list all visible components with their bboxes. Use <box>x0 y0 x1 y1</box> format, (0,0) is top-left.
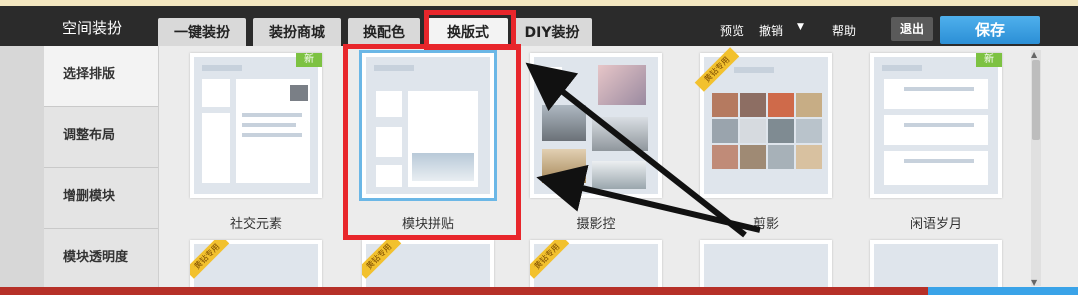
layout-card-silhouette[interactable]: 黄钻专用 <box>694 47 832 198</box>
highlight-box-card <box>343 44 521 240</box>
layout-label: 闲语岁月 <box>909 217 962 232</box>
new-badge: 新 <box>976 53 1002 67</box>
layout-thumbnail <box>704 57 828 194</box>
left-gutter <box>0 46 44 295</box>
layout-card-photography[interactable] <box>530 53 662 198</box>
new-badge: 新 <box>296 53 322 67</box>
sidebar-item-adjust-layout[interactable]: 调整布局 <box>44 107 158 168</box>
bottom-banner <box>0 287 1078 295</box>
sidebar-item-modules[interactable]: 增删模块 <box>44 168 158 229</box>
bottom-banner-accent <box>928 287 1078 295</box>
app-title: 空间装扮 <box>62 19 123 37</box>
undo-dropdown-icon[interactable]: ▼ <box>797 22 804 32</box>
sidebar-item-choose-layout[interactable]: 选择排版 <box>44 46 158 107</box>
layout-label: 摄影控 <box>576 217 616 232</box>
undo-link[interactable]: 撤销 <box>759 22 783 39</box>
tab-diy[interactable]: DIY装扮 <box>512 18 592 48</box>
tab-one-click[interactable]: 一键装扮 <box>158 18 246 48</box>
scrollbar-thumb[interactable] <box>1032 60 1040 140</box>
exit-button[interactable]: 退出 <box>891 17 933 41</box>
screen: 空间装扮 一键装扮 装扮商城 换配色 换版式 DIY装扮 预览 撤销 ▼ 帮助 … <box>0 0 1078 295</box>
sidebar: 选择排版 调整布局 增删模块 模块透明度 <box>44 46 159 295</box>
layout-thumbnail <box>534 57 658 194</box>
layout-thumbnail <box>874 57 998 194</box>
tab-mall[interactable]: 装扮商城 <box>253 18 341 48</box>
help-link[interactable]: 帮助 <box>832 22 856 39</box>
layout-card-leisure[interactable]: 新 <box>870 53 1002 198</box>
layout-label: 剪影 <box>752 217 779 232</box>
layout-thumbnail <box>194 57 318 194</box>
save-button[interactable]: 保存 <box>940 16 1040 44</box>
preview-link[interactable]: 预览 <box>720 22 744 39</box>
layout-label: 社交元素 <box>229 217 282 232</box>
sidebar-item-transparency[interactable]: 模块透明度 <box>44 229 158 290</box>
layout-card-social[interactable]: 新 <box>190 53 322 198</box>
scroll-down-icon[interactable]: ▼ <box>1031 278 1037 287</box>
top-bar: 空间装扮 一键装扮 装扮商城 换配色 换版式 DIY装扮 预览 撤销 ▼ 帮助 … <box>0 6 1078 48</box>
scroll-up-icon[interactable]: ▲ <box>1031 50 1037 59</box>
